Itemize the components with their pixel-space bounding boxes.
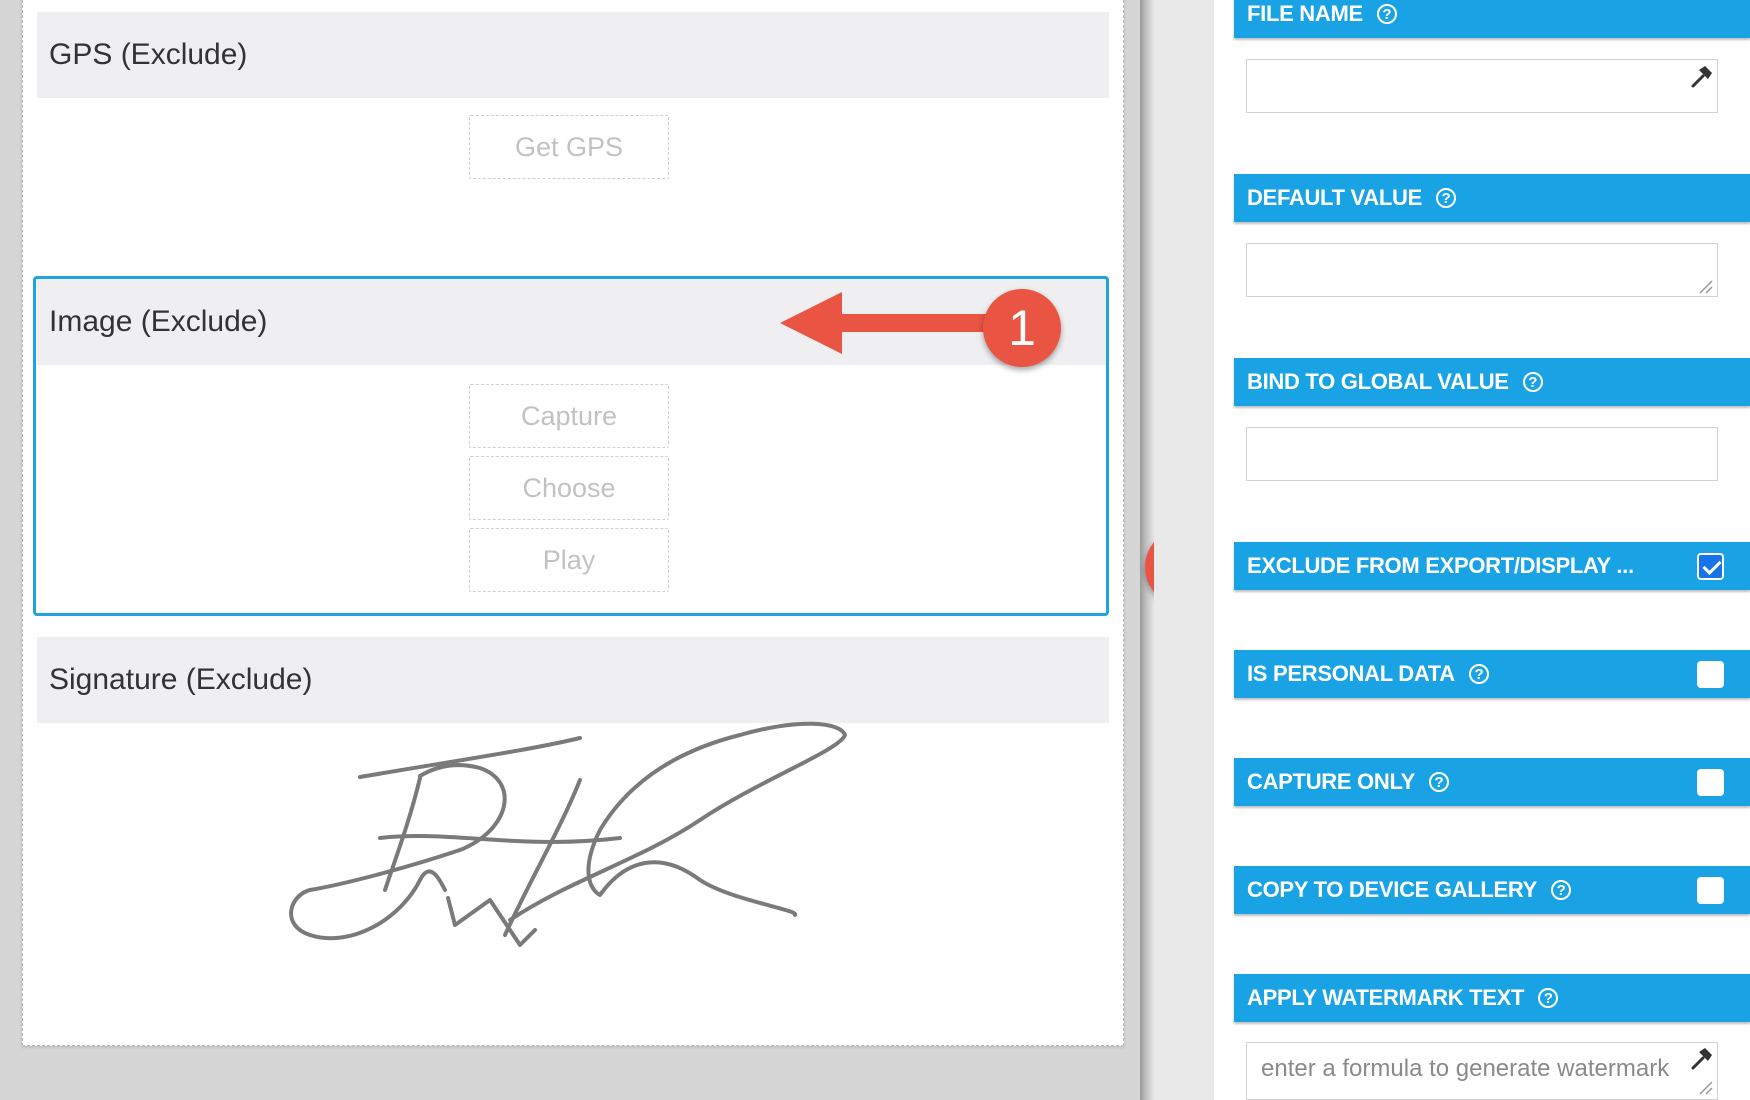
capture-only-checkbox[interactable]: [1697, 769, 1724, 796]
gps-field-label: GPS (Exclude): [49, 38, 248, 71]
capture-button[interactable]: Capture: [469, 384, 669, 448]
hammer-icon[interactable]: [1688, 1046, 1714, 1072]
help-icon[interactable]: ?: [1468, 664, 1489, 684]
watermark-label: APPLY WATERMARK TEXT: [1247, 985, 1525, 1010]
personal-data-label: IS PERSONAL DATA: [1247, 661, 1455, 686]
copy-gallery-label: COPY TO DEVICE GALLERY: [1247, 877, 1538, 902]
play-button[interactable]: Play: [469, 528, 669, 592]
file-name-label: FILE NAME: [1247, 1, 1363, 26]
bind-global-header: BIND TO GLOBAL VALUE ?: [1234, 358, 1750, 406]
exclude-export-row: EXCLUDE FROM EXPORT/DISPLAY ...: [1234, 542, 1750, 590]
resize-icon[interactable]: [1698, 1080, 1714, 1096]
watermark-textarea[interactable]: [1246, 1042, 1718, 1100]
resize-icon[interactable]: [1698, 279, 1714, 295]
exclude-export-label: EXCLUDE FROM EXPORT/DISPLAY ...: [1247, 553, 1634, 578]
watermark-header: APPLY WATERMARK TEXT ?: [1234, 974, 1750, 1022]
personal-data-checkbox[interactable]: [1697, 661, 1724, 688]
copy-gallery-row: COPY TO DEVICE GALLERY ?: [1234, 866, 1750, 914]
personal-data-row: IS PERSONAL DATA ?: [1234, 650, 1750, 698]
panel-gutter: [1154, 0, 1214, 1100]
bind-global-input[interactable]: [1246, 427, 1718, 481]
help-icon[interactable]: ?: [1522, 372, 1543, 392]
help-icon[interactable]: ?: [1428, 772, 1449, 792]
capture-only-label: CAPTURE ONLY: [1247, 769, 1415, 794]
signature-image: [289, 721, 847, 947]
help-icon[interactable]: ?: [1538, 988, 1559, 1008]
choose-button[interactable]: Choose: [469, 456, 669, 520]
hammer-icon[interactable]: [1688, 64, 1714, 90]
signature-field-header[interactable]: Signature (Exclude): [37, 637, 1109, 723]
copy-gallery-checkbox[interactable]: [1697, 877, 1724, 904]
get-gps-button[interactable]: Get GPS: [469, 115, 669, 179]
annotation-marker-1: 1: [983, 289, 1061, 367]
help-icon[interactable]: ?: [1435, 188, 1456, 208]
default-value-textarea[interactable]: [1246, 243, 1718, 297]
capture-only-row: CAPTURE ONLY ?: [1234, 758, 1750, 806]
default-value-header: DEFAULT VALUE ?: [1234, 174, 1750, 222]
file-name-header: FILE NAME ?: [1234, 0, 1750, 38]
arrow-icon: [780, 292, 1005, 354]
file-name-input[interactable]: [1246, 59, 1718, 113]
exclude-export-checkbox[interactable]: [1697, 553, 1724, 580]
gps-field-header[interactable]: GPS (Exclude): [37, 12, 1109, 98]
help-icon[interactable]: ?: [1551, 880, 1572, 900]
default-value-label: DEFAULT VALUE: [1247, 185, 1422, 210]
signature-field-label: Signature (Exclude): [49, 663, 313, 696]
help-icon[interactable]: ?: [1376, 4, 1397, 24]
bind-global-label: BIND TO GLOBAL VALUE: [1247, 369, 1509, 394]
